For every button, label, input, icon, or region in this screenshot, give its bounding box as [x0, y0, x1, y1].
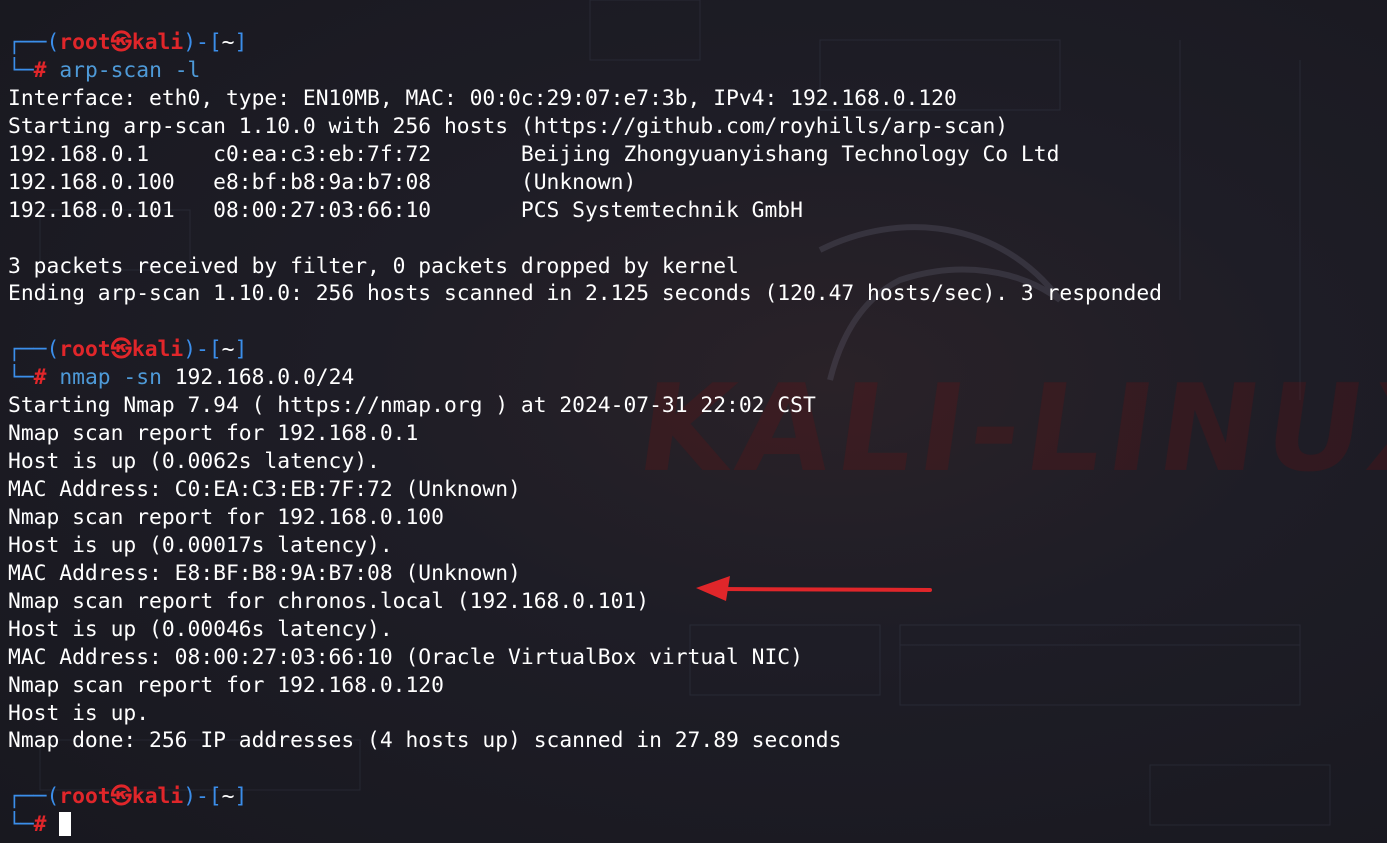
output-line: Host is up (0.00017s latency). — [8, 532, 393, 558]
prompt-frame-mid: )-[ — [183, 337, 222, 363]
output-line: Host is up. — [8, 700, 150, 726]
prompt-frame-close: ] — [234, 784, 248, 810]
output-line: 192.168.0.1 c0:ea:c3:eb:7f:72 Beijing Zh… — [8, 141, 1060, 167]
prompt-corner: └─ — [8, 812, 34, 838]
command-line: └─# arp-scan -l — [8, 57, 1387, 85]
command-target: 192.168.0.0/24 — [161, 365, 355, 391]
prompt-host: kali — [131, 30, 184, 55]
output-line: Ending arp-scan 1.10.0: 256 hosts scanne… — [8, 281, 1162, 307]
prompt-root-symbol: # — [33, 57, 47, 83]
prompt-frame-open: ┌──( — [8, 337, 60, 363]
kali-skull-icon: ㉿ — [110, 30, 132, 55]
prompt-dir: ~ — [221, 784, 235, 810]
prompt-root-symbol: # — [33, 812, 47, 838]
output-line: Interface: eth0, type: EN10MB, MAC: 00:0… — [8, 85, 957, 111]
output-line: 3 packets received by filter, 0 packets … — [8, 253, 739, 279]
output-line: Nmap done: 256 IP addresses (4 hosts up)… — [8, 728, 842, 754]
kali-skull-icon: ㉿ — [110, 784, 132, 810]
active-input-line: └─# — [8, 811, 1387, 839]
prompt-corner: └─ — [8, 365, 34, 391]
output-line: 192.168.0.101 08:00:27:03:66:10 PCS Syst… — [8, 197, 803, 223]
output-line: MAC Address: C0:EA:C3:EB:7F:72 (Unknown) — [8, 477, 521, 502]
terminal-output: ┌──(root㉿kali)-[~] └─# arp-scan -l Interfa… — [8, 29, 1387, 839]
prompt-dir: ~ — [221, 30, 235, 55]
prompt-frame-close: ] — [234, 337, 248, 363]
prompt-frame-mid: )-[ — [183, 784, 222, 810]
prompt-frame-open: ┌──( — [8, 30, 60, 55]
output-line: MAC Address: E8:BF:B8:9A:B7:08 (Unknown) — [8, 560, 521, 586]
command-name: arp-scan — [59, 57, 162, 83]
output-line: 192.168.0.100 e8:bf:b8:9a:b7:08 (Unknown… — [8, 169, 637, 195]
prompt-host: kali — [131, 784, 184, 810]
prompt-user: root — [59, 30, 111, 55]
terminal-window[interactable]: KALI-LINUX ┌──(root㉿kali)-[~] └─# arp-sca… — [0, 0, 1387, 843]
command-name: nmap — [59, 365, 111, 391]
prompt-user: root — [59, 337, 111, 363]
command-flags: -sn — [110, 365, 162, 391]
output-line: Nmap scan report for 192.168.0.120 — [8, 672, 444, 698]
prompt-corner: └─ — [8, 57, 34, 83]
output-line: Nmap scan report for chronos.local (192.… — [8, 588, 650, 614]
text-cursor[interactable] — [59, 812, 72, 837]
command-line: └─# nmap -sn 192.168.0.0/24 — [8, 364, 1387, 392]
output-line: Host is up (0.00046s latency). — [8, 616, 393, 642]
output-line: Starting Nmap 7.94 ( https://nmap.org ) … — [8, 393, 816, 419]
prompt-user: root — [59, 784, 111, 810]
output-line: Starting arp-scan 1.10.0 with 256 hosts … — [8, 113, 1009, 139]
prompt-host: kali — [131, 337, 184, 363]
output-line: Nmap scan report for 192.168.0.1 — [8, 421, 419, 447]
prompt-line: ┌──(root㉿kali)-[~] — [8, 29, 1387, 57]
prompt-dir: ~ — [221, 337, 235, 363]
command-flags: -l — [161, 57, 201, 83]
output-line: MAC Address: 08:00:27:03:66:10 (Oracle V… — [8, 644, 803, 670]
output-line: Host is up (0.0062s latency). — [8, 449, 380, 475]
output-line: Nmap scan report for 192.168.0.100 — [8, 504, 444, 530]
prompt-root-symbol: # — [33, 365, 47, 391]
prompt-line: ┌──(root㉿kali)-[~] — [8, 783, 1387, 811]
prompt-frame-close: ] — [234, 30, 248, 55]
prompt-frame-mid: )-[ — [183, 30, 222, 55]
kali-skull-icon: ㉿ — [110, 337, 132, 363]
prompt-frame-open: ┌──( — [8, 784, 60, 810]
prompt-line: ┌──(root㉿kali)-[~] — [8, 336, 1387, 364]
